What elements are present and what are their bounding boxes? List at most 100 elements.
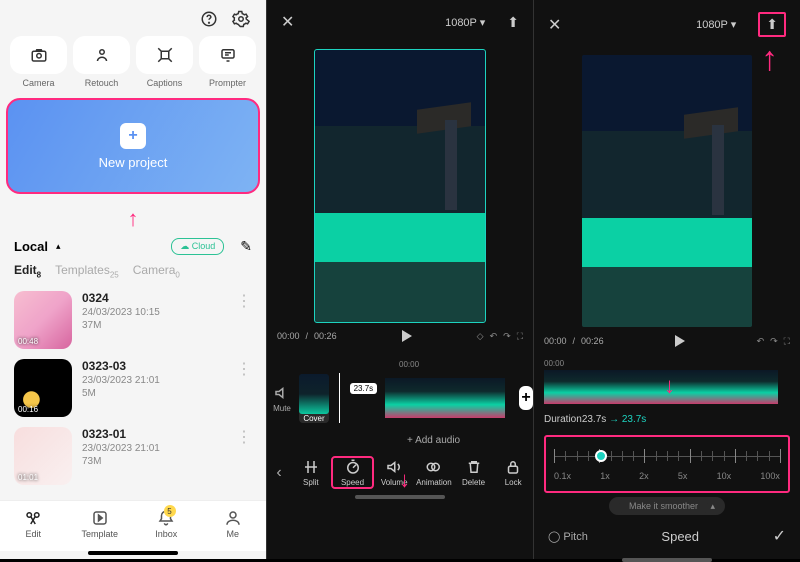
kebab-icon[interactable]: ⋮	[236, 427, 252, 485]
editor-panel: ✕ 1080P ▾ ⬆ 00:00/00:26 ◇ ↶ ↷ ⛶ 00:00 Mu…	[266, 0, 533, 559]
annotation-arrow-icon: ↓	[664, 373, 675, 399]
new-project-label: New project	[99, 155, 168, 170]
tool-label: Captions	[136, 78, 193, 88]
timeline-scale: 00:00	[267, 360, 533, 369]
close-icon[interactable]: ✕	[548, 15, 561, 35]
speed-mark: 10x	[717, 471, 732, 481]
tab-edit[interactable]: Edit8	[14, 263, 41, 279]
speed-slider[interactable]	[554, 447, 780, 467]
tool-label: Prompter	[199, 78, 256, 88]
project-size: 5M	[82, 388, 226, 399]
nav-me[interactable]: Me	[200, 509, 267, 539]
playhead[interactable]	[339, 373, 340, 423]
project-date: 23/03/2023 21:01	[82, 375, 226, 386]
project-name: 0323-03	[82, 359, 226, 373]
project-size: 73M	[82, 456, 226, 467]
speed-mark: 100x	[760, 471, 780, 481]
undo-icon[interactable]: ↶	[757, 336, 765, 347]
animation-button[interactable]: Animation	[414, 458, 454, 487]
play-icon[interactable]	[675, 335, 685, 347]
project-size: 37M	[82, 320, 226, 331]
play-icon[interactable]	[402, 330, 412, 342]
home-indicator	[88, 551, 178, 555]
nav-inbox[interactable]: 5Inbox	[133, 509, 200, 539]
pencil-icon[interactable]: ✎	[240, 238, 252, 255]
lock-button[interactable]: Lock	[493, 458, 533, 487]
video-preview[interactable]	[582, 55, 752, 327]
speed-mark: 1x	[600, 471, 610, 481]
speed-panel: ✕ 1080P ▾ ⬆ ↑ 00:00/00:26 ↶ ↷ ⛶ 00:00 Du…	[533, 0, 800, 559]
video-preview[interactable]	[315, 50, 485, 322]
time-current: 00:00	[544, 336, 567, 346]
project-item[interactable]: 00:48 0324 24/03/2023 10:15 37M ⋮	[0, 287, 266, 355]
duration-info: Duration23.7s → 23.7s	[534, 410, 800, 429]
split-button[interactable]: Split	[291, 458, 331, 487]
app-home-panel: Camera Retouch Captions Prompter + New p…	[0, 0, 266, 559]
speed-knob[interactable]	[595, 450, 607, 462]
speed-mark: 2x	[639, 471, 649, 481]
prompter-tool[interactable]	[199, 36, 256, 74]
add-clip-button[interactable]: +	[519, 386, 533, 410]
project-thumbnail: 00:48	[14, 291, 72, 349]
redo-icon[interactable]: ↷	[503, 331, 511, 342]
inbox-badge: 5	[164, 505, 176, 517]
cloud-chip[interactable]: ☁ Cloud	[171, 238, 224, 255]
speed-button[interactable]: Speed	[331, 456, 375, 489]
captions-tool[interactable]	[136, 36, 193, 74]
help-icon[interactable]	[200, 10, 220, 30]
speed-mark: 0.1x	[554, 471, 571, 481]
project-item[interactable]: 01:01 0323-01 23/03/2023 21:01 73M ⋮	[0, 423, 266, 491]
resolution-selector[interactable]: 1080P ▾	[445, 16, 485, 29]
annotation-arrow-icon: ↑	[761, 40, 778, 79]
project-name: 0324	[82, 291, 226, 305]
redo-icon[interactable]: ↷	[770, 336, 778, 347]
project-date: 24/03/2023 10:15	[82, 307, 226, 318]
speed-title: Speed	[588, 529, 773, 544]
mute-button[interactable]: Mute	[273, 384, 291, 413]
tab-templates[interactable]: Templates25	[55, 263, 119, 279]
pitch-toggle[interactable]: ◯ Pitch	[548, 530, 588, 543]
local-heading[interactable]: Local	[14, 239, 48, 254]
plus-icon: +	[120, 123, 146, 149]
home-indicator	[355, 495, 445, 499]
undo-icon[interactable]: ↶	[490, 331, 498, 342]
back-icon[interactable]: ‹	[267, 464, 291, 482]
time-total: 00:26	[581, 336, 604, 346]
cover-button[interactable]: Cover	[299, 374, 329, 423]
keyframe-icon[interactable]: ◇	[477, 331, 484, 342]
retouch-tool[interactable]	[73, 36, 130, 74]
clip-duration-badge: 23.7s	[350, 383, 378, 394]
add-audio-button[interactable]: + Add audio	[267, 427, 533, 454]
check-icon[interactable]: ✓	[773, 526, 786, 546]
resolution-selector[interactable]: 1080P ▾	[696, 18, 736, 31]
gear-icon[interactable]	[232, 10, 252, 30]
bottom-nav: Edit Template 5Inbox Me	[0, 500, 266, 551]
nav-edit[interactable]: Edit	[0, 509, 67, 539]
annotation-arrow-icon: ↑	[0, 206, 266, 232]
make-smoother-button[interactable]: Make it smoother ▴	[534, 501, 800, 512]
close-icon[interactable]: ✕	[281, 12, 294, 32]
export-icon[interactable]: ⬆	[507, 14, 519, 31]
speed-slider-box: 0.1x 1x 2x 5x 10x 100x	[544, 435, 790, 493]
project-thumbnail: 01:01	[14, 427, 72, 485]
delete-button[interactable]: Delete	[454, 458, 494, 487]
timeline-scale: 00:00	[534, 355, 800, 368]
project-thumbnail: 00:16	[14, 359, 72, 417]
tab-camera[interactable]: Camera0	[133, 263, 180, 279]
fullscreen-icon[interactable]: ⛶	[517, 331, 523, 342]
export-icon[interactable]: ⬆	[758, 12, 786, 37]
new-project-button[interactable]: + New project	[6, 98, 260, 194]
speed-mark: 5x	[678, 471, 688, 481]
video-clip[interactable]	[385, 378, 505, 418]
tool-label: Camera	[10, 78, 67, 88]
annotation-arrow-icon: ↓	[399, 467, 410, 493]
kebab-icon[interactable]: ⋮	[236, 291, 252, 349]
project-item[interactable]: 00:16 0323-03 23/03/2023 21:01 5M ⋮	[0, 355, 266, 423]
project-name: 0323-01	[82, 427, 226, 441]
camera-tool[interactable]	[10, 36, 67, 74]
tool-label: Retouch	[73, 78, 130, 88]
nav-template[interactable]: Template	[67, 509, 134, 539]
fullscreen-icon[interactable]: ⛶	[784, 336, 790, 347]
project-date: 23/03/2023 21:01	[82, 443, 226, 454]
kebab-icon[interactable]: ⋮	[236, 359, 252, 417]
